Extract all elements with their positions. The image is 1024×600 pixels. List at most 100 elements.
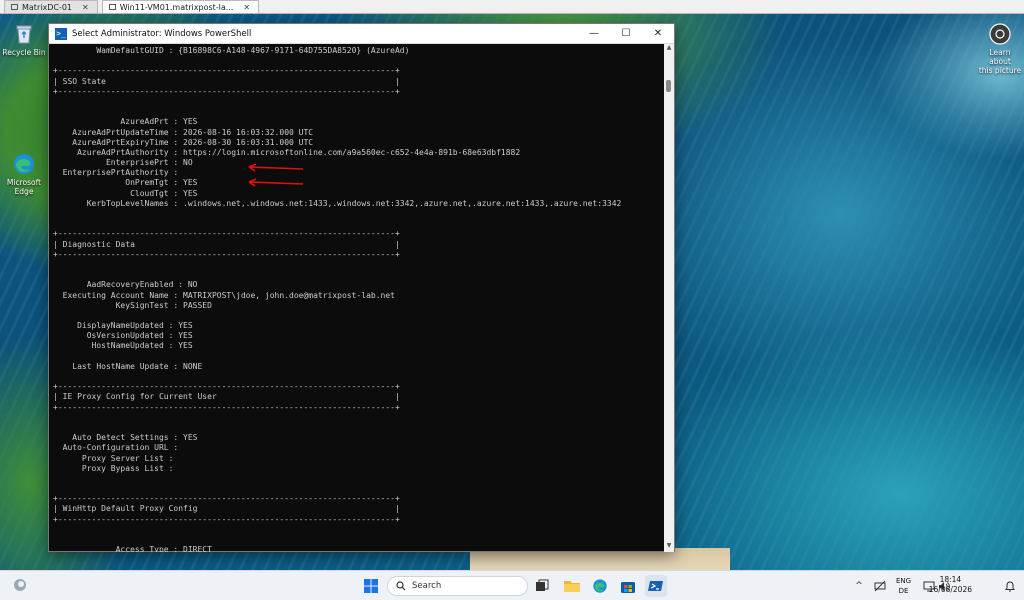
console-output[interactable]: WamDefaultGUID : {B16898C6-A148-4967-917… [49,44,666,552]
windows-icon [364,579,378,593]
minimize-button[interactable]: — [578,24,610,44]
console-line: Proxy Bypass List : [53,463,174,473]
taskbar-search[interactable]: Search [387,576,528,596]
edge-icon [593,579,607,593]
console-line: | Diagnostic Data | [53,239,400,249]
window-titlebar[interactable]: >_ Select Administrator: Windows PowerSh… [49,24,674,44]
notifications-icon[interactable] [1003,571,1017,600]
console-line: DisplayNameUpdated : YES [53,321,193,331]
close-icon[interactable]: ✕ [82,3,89,12]
console-line: AzureAdPrtAuthority : https://login.micr… [53,147,521,157]
store-button[interactable] [617,575,639,597]
start-button[interactable] [360,575,382,597]
powershell-window[interactable]: >_ Select Administrator: Windows PowerSh… [48,23,675,552]
console-line: Last HostName Update : NONE [53,361,203,371]
vm-tab-matrixdc[interactable]: MatrixDC-01 ✕ [4,0,98,13]
store-icon [621,582,635,593]
console-line: KeySignTest : PASSED [53,300,212,310]
console-line: | SSO State | [53,76,400,86]
console-line: +---------------------------------------… [53,249,400,259]
console-line: +---------------------------------------… [53,382,400,392]
vm-tab-win11[interactable]: Win11-VM01.matrixpost-la... ✕ [101,0,260,13]
console-line: CloudTgt : YES [53,188,198,198]
desktop-icon-label: Learn about [989,48,1011,66]
clock-date: 16/08/2026 [928,585,972,594]
search-icon [396,581,406,591]
console-line: +---------------------------------------… [53,514,400,524]
weather-widget-icon[interactable] [12,577,28,593]
file-explorer-button[interactable] [561,575,583,597]
recycle-bin-icon [12,22,36,46]
console-line: Proxy Server List : [53,453,174,463]
task-view-icon [536,579,549,591]
console-line: OsVersionUpdated : YES [53,331,193,341]
console-line: | WinHttp Default Proxy Config | [53,504,400,514]
vertical-scrollbar[interactable]: ▲ ▼ [664,44,674,552]
vm-tab-label: Win11-VM01.matrixpost-la... [119,2,234,12]
console-line: AadRecoveryEnabled : NO [53,280,198,290]
scroll-up-icon[interactable]: ▲ [664,44,674,54]
console-line: +---------------------------------------… [53,494,400,504]
language-code: ENG [896,577,912,585]
terminal-text: WamDefaultGUID : {B16898C6-A148-4967-917… [53,46,666,552]
desktop-icon-label: this picture [978,66,1022,75]
console-line: OnPremTgt : YES [53,178,198,188]
task-view-button[interactable] [531,575,553,597]
console-line: +---------------------------------------… [53,402,400,412]
camera-icon [988,22,1012,46]
powershell-icon [648,581,663,591]
console-line: AzureAdPrtUpdateTime : 2026-08-16 16:03:… [53,127,314,137]
keyboard-layout: DE [898,587,909,595]
window-title: Select Administrator: Windows PowerShell [72,28,252,39]
console-line: HostNameUpdated : YES [53,341,193,351]
console-line: WamDefaultGUID : {B16898C6-A148-4967-917… [53,46,410,55]
computer-icon [11,4,18,10]
show-hidden-icons-chevron-icon[interactable]: ^ [852,571,866,600]
vm-tab-label: MatrixDC-01 [22,2,72,12]
scroll-thumb[interactable] [666,80,671,92]
console-line: +---------------------------------------… [53,229,400,239]
language-indicator[interactable]: ENG DE [896,576,911,596]
desktop-icon-label: Microsoft [6,178,42,187]
edge-taskbar-button[interactable] [589,575,611,597]
desktop-icon-recycle-bin[interactable]: Recycle Bin [2,22,46,57]
close-button[interactable]: ✕ [642,24,674,44]
desktop-icon-label: Edge [14,187,34,196]
scroll-down-icon[interactable]: ▼ [664,542,674,552]
search-placeholder: Search [412,581,442,591]
network-icon[interactable] [872,571,888,600]
taskbar: Search ^ ENG DE 18:14 16/08/2026 [0,570,1024,600]
console-line: Access Type : DIRECT [53,545,212,552]
system-clock[interactable]: 18:14 16/08/2026 [929,575,972,595]
console-line: | IE Proxy Config for Current User | [53,392,400,402]
console-line: EnterprisePrt : NO [53,158,193,168]
console-line: AzureAdPrt : YES [53,117,198,127]
file-explorer-icon [564,581,580,592]
console-line: +---------------------------------------… [53,66,400,76]
console-line: Executing Account Name : MATRIXPOST\jdoe… [53,290,395,300]
console-line: +---------------------------------------… [53,86,400,96]
clock-time: 18:14 [939,575,962,584]
annotation-arrow-cloudtgt [248,178,304,187]
desktop-icon-edge[interactable]: Microsoft Edge [2,152,46,196]
computer-icon [108,4,116,10]
powershell-icon: >_ [55,27,67,40]
powershell-taskbar-button[interactable] [645,575,667,597]
desktop-icon-learn-picture[interactable]: Learn about this picture [978,22,1022,75]
console-line: Auto Detect Settings : YES [53,433,198,443]
maximize-button[interactable]: ☐ [610,24,642,44]
close-icon[interactable]: ✕ [243,3,250,12]
